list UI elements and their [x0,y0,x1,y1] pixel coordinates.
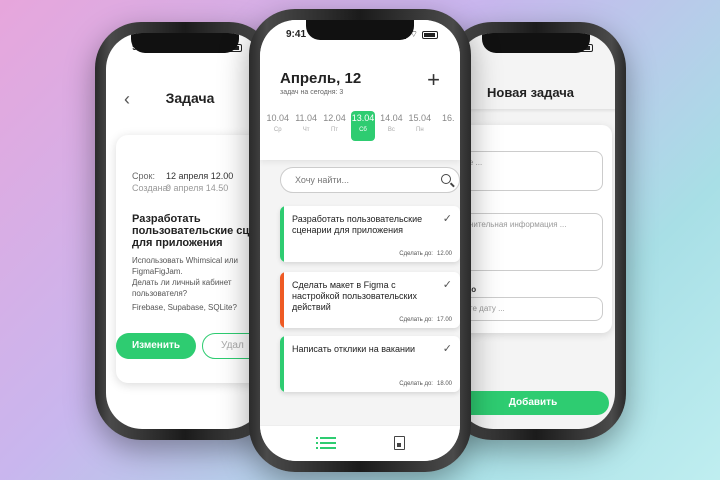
task-text: Написать отклики на вакании [292,344,416,354]
phone-task-list: Апрель, 12 задач на сегодня: 3 + 10.04 Ср… [249,9,471,472]
date-tab[interactable]: 13.04 Сб [351,111,375,141]
edit-button[interactable]: Изменить [116,333,196,359]
page-title: Задача [165,90,215,106]
screen-task-list: Апрель, 12 задач на сегодня: 3 + 10.04 Ср… [260,20,460,461]
task-card[interactable]: Сделать макет в Figma с настройкой польз… [280,272,460,328]
note-line: Firebase, Supabase, SQLite? [132,303,237,312]
task-title-line: для приложения [132,237,223,249]
due-label: Сделать до: [399,381,433,387]
task-text: Сделать макет в Figma с настройкой польз… [292,280,417,312]
screen-task-detail: 9:41 ⌔ ‹ Задача Срок: 12 апреля 12.00 Со… [106,33,264,429]
due-date-input[interactable]: рите дату ... [457,297,603,321]
due-time: 12.00 [436,251,452,257]
due-time: 18.00 [436,381,452,387]
plus-icon[interactable]: + [427,69,440,91]
priority-stripe [280,336,284,392]
search-icon[interactable] [441,174,451,184]
created-row: Создана: 9 апреля 14.50 [132,183,228,193]
due-label: Сделать до: [399,317,433,323]
check-icon[interactable]: ✓ [443,278,452,291]
task-due: Сделать до: 12.00 [399,251,452,257]
date-number: 10.04 [266,113,289,123]
date-tab[interactable]: 14.04 Вс [380,111,403,141]
status-time: 9:41 [286,29,307,40]
search-input[interactable]: Хочу найти... [280,167,460,193]
task-note: Использовать Whimsical или FigmaFigJam. … [132,255,238,313]
date-tab[interactable]: 11.04 Чт [294,111,317,141]
priority-stripe [280,206,284,262]
weekday-label: Вс [387,127,395,133]
weekday-label: Сб [359,127,367,133]
date-tab[interactable]: 16. [437,111,460,141]
task-card[interactable]: Разработать пользовательские сценарии дл… [280,206,460,262]
info-input[interactable]: олнительная информация ... [457,213,603,271]
note-line: пользователя? [132,289,188,298]
date-number: 13.04 [351,113,375,123]
date-number: 16. [441,113,455,123]
note-line: Делать ли личный кабинет [132,278,232,287]
date-number: 11.04 [295,113,318,123]
screen-new-task: ⌔ Новая задача ие ние ... и олнительная … [457,33,615,429]
note-line: Использовать Whimsical или [132,256,238,265]
task-title-line: пользовательские сцена [132,225,264,237]
page-title: Новая задача [487,85,575,100]
deadline-value: 12 апреля 12.00 [166,171,234,181]
deadline-row: Срок: 12 апреля 12.00 [132,171,233,181]
phone-new-task: ⌔ Новая задача ие ние ... и олнительная … [446,22,626,440]
created-value: 9 апреля 14.50 [166,183,229,193]
name-input[interactable]: ние ... [457,151,603,191]
date-strip: 10.04 Ср 11.04 Чт 12.04 Пт 13.04 Сб 14.04 Вс 15.04… [266,111,460,141]
weekday-label: Пн [416,127,424,133]
task-card[interactable]: Написать отклики на вакании ✓ Сделать до: 1… [280,336,460,392]
date-number: 15.04 [408,113,432,123]
notch [482,33,590,53]
tasks-count: задач на сегодня: 3 [280,89,344,96]
task-title: Разработать пользовательские сцена для п… [132,213,264,249]
weekday-label: Пт [331,127,339,133]
add-button[interactable]: Добавить [457,391,609,415]
document-icon[interactable] [394,436,405,450]
notch [306,20,414,40]
list-icon[interactable] [316,437,336,449]
battery-icon [422,30,438,39]
date-tab[interactable]: 15.04 Пн [408,111,432,141]
due-label: Сделать до: [399,251,433,257]
date-tab[interactable]: 10.04 Ср [266,111,289,141]
new-task-form: ие ние ... и олнительная информация ... … [457,125,612,333]
tab-bar [260,425,460,461]
priority-stripe [280,272,284,328]
task-due: Сделать до: 18.00 [399,381,452,387]
list-header: Апрель, 12 задач на сегодня: 3 + 10.04 Ср… [260,20,460,160]
weekday-label: Ср [273,127,282,133]
task-title-line: Разработать [132,213,201,225]
deadline-label: Срок: [132,171,155,181]
notch [131,33,239,53]
phone-task-detail: 9:41 ⌔ ‹ Задача Срок: 12 апреля 12.00 Со… [95,22,275,440]
created-label: Создана: [132,183,171,193]
check-icon[interactable]: ✓ [443,212,452,225]
date-number: 14.04 [380,113,403,123]
task-header: ‹ Задача [106,87,264,111]
task-text: Разработать пользовательские сценарии дл… [292,214,423,235]
due-time: 17.00 [436,317,452,323]
task-due: Сделать до: 17.00 [399,317,452,323]
date-tab[interactable]: 12.04 Пт [323,111,346,141]
note-line: FigmaFigJam. [132,267,183,276]
check-icon[interactable]: ✓ [443,342,452,355]
date-number: 12.04 [323,113,346,123]
page-title: Апрель, 12 [280,70,362,87]
weekday-label: Чт [302,127,310,133]
header-shadow [457,109,615,113]
